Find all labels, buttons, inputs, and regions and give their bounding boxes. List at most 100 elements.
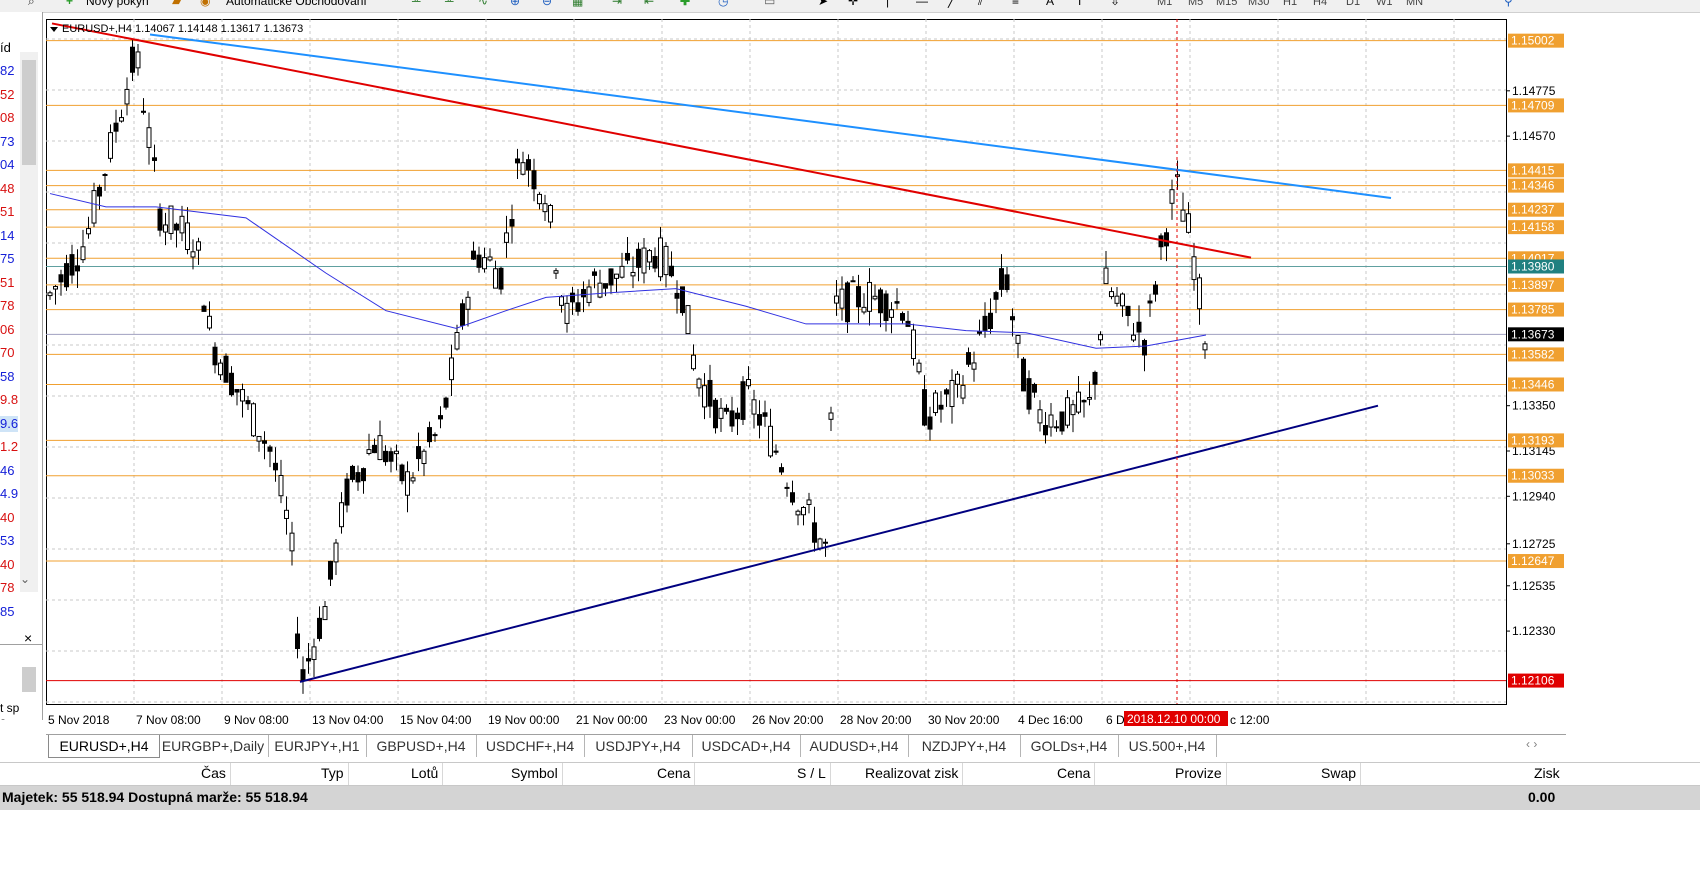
horizontal-line-icon[interactable]: — [916, 0, 928, 8]
column-separator[interactable] [1226, 763, 1227, 785]
terminal-column-header[interactable]: Provize [1175, 765, 1222, 781]
text-icon[interactable]: A [1046, 0, 1054, 8]
timeframe-m15[interactable]: M15 [1216, 0, 1237, 8]
chart-tab[interactable]: AUDUSD+,H4 [800, 735, 909, 757]
terminal-column-header[interactable]: S / L [797, 765, 826, 781]
timeframe-w1[interactable]: W1 [1376, 0, 1393, 8]
column-separator[interactable] [230, 763, 231, 785]
market-watch-value: 52 [0, 86, 15, 102]
bar-chart-icon[interactable]: ╨ [412, 0, 421, 8]
candle [828, 412, 834, 420]
column-separator[interactable] [830, 763, 831, 785]
column-separator[interactable] [962, 763, 963, 785]
column-separator[interactable] [1360, 763, 1361, 785]
new-order-icon[interactable]: + [66, 0, 73, 8]
candle [564, 302, 570, 324]
auto-trading-button[interactable]: Automatické Obchodování [226, 0, 367, 8]
candle [592, 271, 597, 276]
timeframe-m30[interactable]: M30 [1248, 0, 1269, 8]
candle [1125, 305, 1131, 317]
candle [894, 301, 900, 304]
chart-tab[interactable]: USDCHF+,H4 [476, 735, 585, 757]
column-separator[interactable] [562, 763, 563, 785]
timeframe-m5[interactable]: M5 [1188, 0, 1203, 8]
candle [619, 265, 625, 278]
tile-windows-icon[interactable]: ▦ [572, 0, 583, 8]
trendline-icon[interactable]: ╱ [948, 0, 955, 8]
candle [300, 669, 306, 681]
periods-icon[interactable]: ◷ [718, 0, 728, 8]
new-order-button[interactable]: Nový pokyn [86, 0, 149, 8]
auto-trading-icon[interactable]: ◉ [200, 0, 210, 8]
candle [124, 88, 130, 105]
candle [443, 397, 449, 408]
autoscroll-icon[interactable]: ⇥ [612, 0, 622, 8]
timeframe-h4[interactable]: H4 [1313, 0, 1327, 8]
cursor-time-label: 2018.12.10 00:00 [1127, 712, 1221, 726]
market-watch-value: 04 [0, 157, 15, 172]
chart-tab[interactable]: EURUSD+,H4 [48, 735, 160, 758]
chart-tab[interactable]: NZDJPY+,H4 [908, 735, 1021, 757]
terminal-column-header[interactable]: Typ [321, 765, 344, 781]
terminal-column-header[interactable]: Cena [657, 765, 690, 781]
price-chart[interactable]: 1.14775 1.14570 1.13350 1.13145 1.12940 1.127… [46, 19, 1566, 734]
level-price-label: 1.12106 [1511, 674, 1555, 688]
market-watch-value: 9.8 [0, 392, 19, 407]
crosshair-icon[interactable]: ✛ [848, 0, 858, 8]
zoom-out-icon[interactable]: ⊖ [542, 0, 552, 8]
candle [520, 162, 526, 175]
market-watch-scroll-thumb[interactable] [22, 60, 36, 165]
chart-svg[interactable]: 1.147751.145701.133501.131451.129401.127… [46, 19, 1566, 734]
time-axis-label: 21 Nov 00:00 [576, 713, 648, 727]
terminal-column-header[interactable]: Lotů [411, 765, 438, 781]
arrows-icon[interactable]: ⇳ [1110, 0, 1120, 8]
tab-scroll-arrows-icon[interactable]: ‹ › [1526, 737, 1537, 751]
candle [135, 51, 141, 69]
column-separator[interactable] [348, 763, 349, 785]
chart-tab[interactable]: EURGBP+,Daily [158, 735, 269, 757]
column-separator[interactable] [1094, 763, 1095, 785]
candle [333, 542, 339, 563]
chart-tab[interactable]: GBPUSD+,H4 [366, 735, 477, 757]
scroll-down-icon[interactable]: ⌄ [20, 572, 30, 586]
indicators-icon[interactable]: ✚ [680, 0, 690, 8]
terminal-column-header[interactable]: Cena [1057, 765, 1090, 781]
templates-icon[interactable]: ▭ [764, 0, 775, 8]
candle [295, 633, 300, 650]
chart-tab[interactable]: US.500+,H4 [1118, 735, 1217, 757]
magnifier-icon[interactable]: ⌕ [28, 0, 35, 9]
zoom-in-icon[interactable]: ⊕ [510, 0, 520, 8]
equidistant-channel-icon[interactable]: ⫽ [978, 0, 983, 9]
chart-tab[interactable]: GOLDs+,H4 [1020, 735, 1119, 757]
terminal-column-header[interactable]: Zisk [1534, 765, 1560, 781]
chart-tab[interactable]: USDJPY+,H4 [584, 735, 693, 757]
timeframe-m1[interactable]: M1 [1157, 0, 1172, 8]
navigator-scroll-thumb[interactable] [22, 667, 36, 692]
candle [817, 538, 823, 549]
text-label-icon[interactable]: T [1076, 0, 1083, 8]
candle [1142, 340, 1147, 356]
timeframe-mn[interactable]: MN [1406, 0, 1423, 8]
terminal-column-header[interactable]: Swap [1321, 765, 1356, 781]
fibonacci-icon[interactable]: ≡ [1012, 0, 1019, 8]
terminal-column-header[interactable]: Symbol [511, 765, 558, 781]
market-watch-value: 85 [0, 603, 15, 619]
chart-shift-icon[interactable]: ⇤ [644, 0, 654, 8]
chart-tab[interactable]: EURJPY+,H1 [268, 735, 367, 757]
search-icon[interactable]: ⚲ [1504, 0, 1513, 8]
column-separator[interactable] [694, 763, 695, 785]
candle [1186, 213, 1191, 233]
chart-tab[interactable]: USDCAD+,H4 [692, 735, 801, 757]
books-icon[interactable]: ▰ [172, 0, 181, 8]
column-separator[interactable] [442, 763, 443, 785]
cursor-icon[interactable]: ➤ [818, 0, 828, 8]
candlestick-icon[interactable]: ╨ [445, 0, 454, 8]
candle [427, 427, 432, 443]
terminal-column-header[interactable]: Realizovat zisk [865, 765, 958, 781]
terminal-column-header[interactable]: Čas [201, 765, 226, 781]
vertical-line-icon[interactable]: | [886, 0, 889, 8]
level-price-label: 1.14346 [1511, 179, 1555, 193]
line-chart-icon[interactable]: ∿ [478, 0, 488, 8]
timeframe-h1[interactable]: H1 [1283, 0, 1297, 8]
timeframe-d1[interactable]: D1 [1346, 0, 1360, 8]
